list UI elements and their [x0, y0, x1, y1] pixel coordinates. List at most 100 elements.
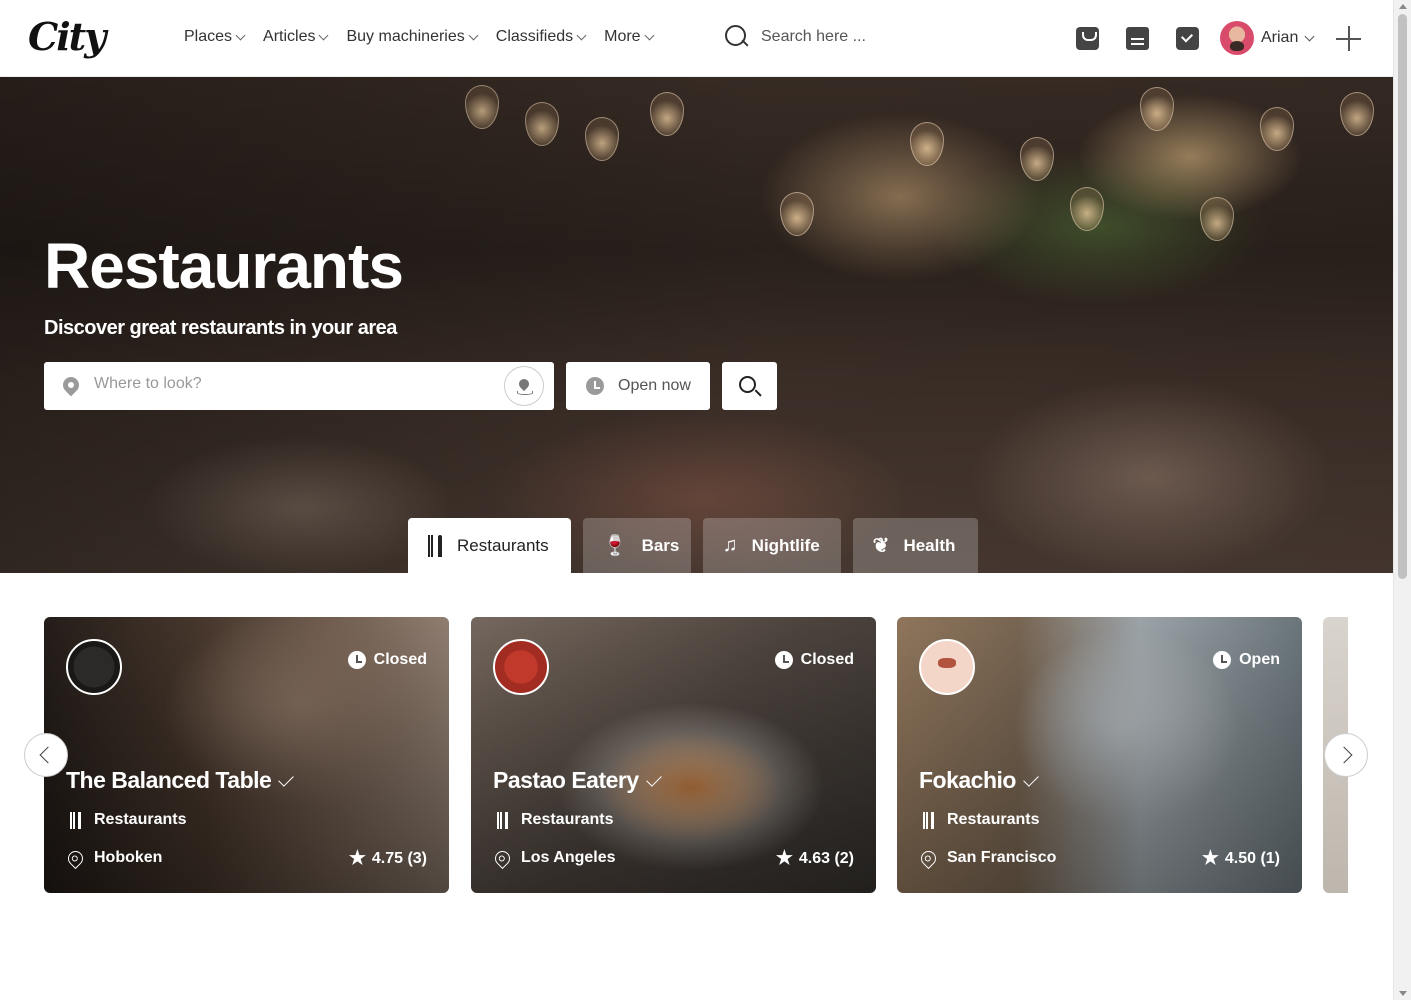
- page-subtitle: Discover great restaurants in your area: [44, 317, 397, 339]
- scroll-up-arrow-icon[interactable]: [1399, 4, 1407, 9]
- search-button[interactable]: [722, 362, 777, 410]
- fork-knife-icon: [428, 534, 442, 557]
- tab-restaurants-label: Restaurants: [457, 535, 549, 555]
- map-pin-icon: [59, 373, 83, 397]
- carousel-next-button[interactable]: [1324, 733, 1368, 777]
- status-badge: Closed: [347, 651, 427, 669]
- chevron-down-icon: [1304, 31, 1315, 41]
- search-icon: [739, 376, 756, 393]
- star-icon: ★: [775, 848, 793, 869]
- nav-classifieds-label: Classifieds: [495, 28, 574, 45]
- listing-location-text: Los Angeles: [521, 849, 616, 866]
- business-logo: [919, 639, 975, 695]
- listing-title: Pastao Eatery: [493, 767, 662, 794]
- tab-nightlife[interactable]: ♫ Nightlife: [702, 518, 841, 573]
- map-pin-icon: [917, 847, 940, 869]
- main-nav: Places Articles Buy machineries Classifi…: [184, 28, 672, 46]
- chevron-down-icon: [644, 30, 655, 40]
- status-label: Closed: [373, 651, 427, 668]
- clock-icon: [586, 377, 604, 395]
- nav-articles-label: Articles: [263, 28, 316, 45]
- listing-location: San Francisco: [917, 847, 1056, 869]
- fork-knife-icon: [497, 811, 509, 829]
- inbox-icon[interactable]: [1176, 27, 1199, 50]
- nav-classifieds[interactable]: Classifieds: [495, 28, 587, 46]
- nav-more-label: More: [604, 28, 641, 45]
- listing-category: Restaurants: [70, 811, 186, 829]
- notes-icon[interactable]: [1126, 27, 1149, 50]
- status-badge: Open: [1213, 651, 1280, 669]
- music-note-icon: ♫: [722, 534, 738, 556]
- nav-buy-machineries-label: Buy machineries: [346, 28, 465, 45]
- listing-card[interactable]: Closed The Balanced Table Restaurants Ho…: [44, 617, 449, 893]
- nav-places[interactable]: Places: [184, 28, 246, 46]
- listing-title: The Balanced Table: [66, 767, 295, 794]
- verified-check-icon: [645, 770, 662, 787]
- listing-category-text: Restaurants: [947, 811, 1040, 828]
- listing-card[interactable]: Open Fokachio Restaurants San Francisco …: [897, 617, 1302, 893]
- glass-icon: 🍷: [602, 535, 628, 557]
- search-icon[interactable]: [724, 24, 750, 50]
- listing-rating: ★ 4.63 (2): [776, 849, 854, 868]
- listing-rating-text: 4.50 (1): [1224, 849, 1280, 867]
- tab-health[interactable]: ❦ Health: [852, 518, 978, 573]
- star-icon: ★: [348, 848, 366, 869]
- nav-articles[interactable]: Articles: [263, 28, 329, 46]
- map-pin-icon: [491, 847, 514, 869]
- category-tabs: Restaurants 🍷 Bars ♫ Nightlife ❦ Health: [408, 518, 978, 573]
- site-logo[interactable]: City: [28, 14, 106, 59]
- location-input[interactable]: [94, 375, 474, 393]
- map-pin-icon: [64, 847, 87, 869]
- listing-card[interactable]: Closed Pastao Eatery Restaurants Los Ang…: [471, 617, 876, 893]
- fork-knife-icon: [923, 811, 935, 829]
- nav-more[interactable]: More: [604, 28, 655, 46]
- listing-category-text: Restaurants: [94, 811, 187, 828]
- user-menu[interactable]: Arian: [1220, 21, 1315, 55]
- listing-category: Restaurants: [923, 811, 1039, 829]
- avatar: [1220, 21, 1254, 55]
- tab-restaurants[interactable]: Restaurants: [408, 518, 571, 573]
- tab-nightlife-label: Nightlife: [751, 535, 820, 555]
- listing-location: Los Angeles: [491, 847, 616, 869]
- tab-bars-label: Bars: [641, 535, 680, 555]
- listing-rating-text: 4.75 (3): [371, 849, 427, 867]
- clock-icon: [1213, 651, 1232, 669]
- status-label: Open: [1239, 651, 1280, 668]
- business-logo: [493, 639, 549, 695]
- listing-rating: ★ 4.75 (3): [349, 849, 427, 868]
- location-search-box: [44, 362, 554, 410]
- listing-category-text: Restaurants: [521, 811, 614, 828]
- scroll-thumb[interactable]: [1398, 14, 1407, 579]
- listing-location-text: Hoboken: [94, 849, 163, 866]
- status-badge: Closed: [774, 651, 854, 669]
- bag-icon[interactable]: [1076, 27, 1099, 50]
- listing-rating: ★ 4.50 (1): [1202, 849, 1280, 868]
- scroll-down-arrow-icon[interactable]: [1399, 991, 1407, 996]
- listing-title-text: Fokachio: [919, 767, 1016, 793]
- header-search-input[interactable]: [761, 28, 901, 46]
- plus-icon[interactable]: [1336, 26, 1361, 51]
- listing-title-text: The Balanced Table: [66, 767, 272, 793]
- open-now-label: Open now: [618, 377, 691, 394]
- verified-check-icon: [1023, 770, 1039, 787]
- chevron-down-icon: [319, 30, 329, 40]
- carousel-prev-button[interactable]: [24, 733, 68, 777]
- open-now-filter[interactable]: Open now: [566, 362, 710, 410]
- nav-buy-machineries[interactable]: Buy machineries: [346, 28, 479, 46]
- listing-rating-text: 4.63 (2): [798, 849, 854, 867]
- hero-banner: Restaurants Discover great restaurants i…: [0, 77, 1393, 573]
- listing-title: Fokachio: [919, 767, 1039, 794]
- chevron-down-icon: [576, 30, 587, 40]
- locate-me-icon[interactable]: [504, 366, 544, 406]
- header-search: [724, 24, 901, 50]
- star-icon: ★: [1201, 848, 1219, 869]
- listing-location: Hoboken: [64, 847, 163, 869]
- page: City Places Articles Buy machineries Cla…: [0, 0, 1411, 1000]
- top-header: City Places Articles Buy machineries Cla…: [0, 0, 1393, 77]
- listing-title-text: Pastao Eatery: [493, 767, 639, 793]
- business-logo: [66, 639, 122, 695]
- page-scrollbar[interactable]: [1393, 0, 1411, 1000]
- clock-icon: [347, 651, 366, 669]
- tab-bars[interactable]: 🍷 Bars: [582, 518, 691, 573]
- clock-icon: [774, 651, 793, 669]
